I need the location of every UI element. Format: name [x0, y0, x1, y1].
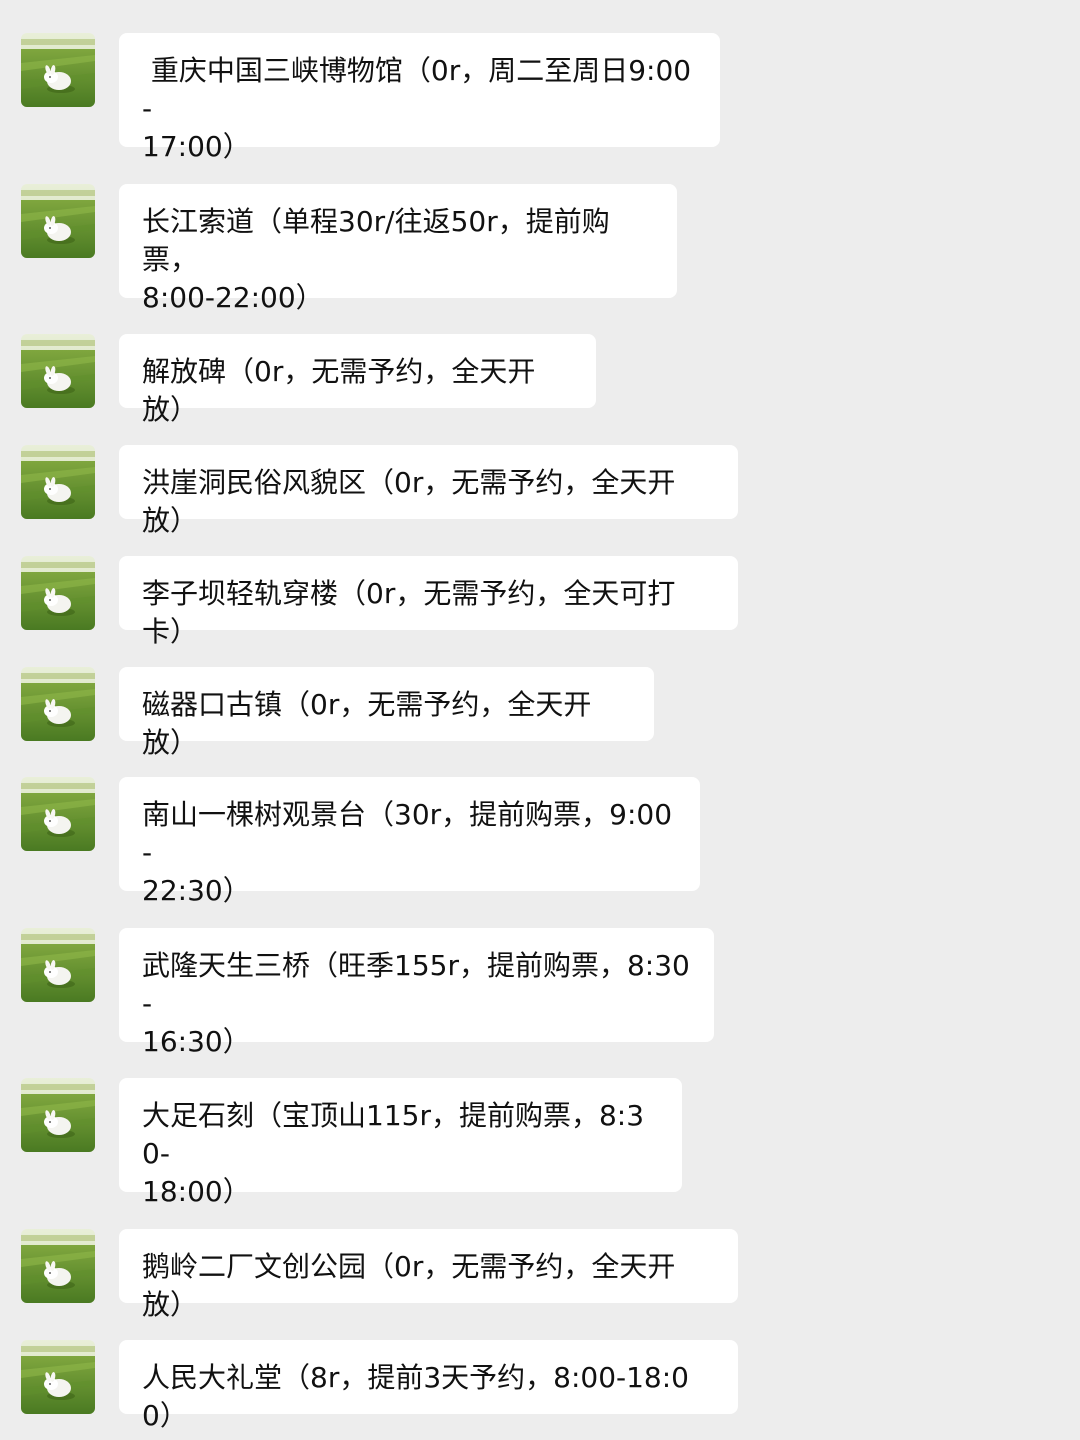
- avatar[interactable]: [21, 1229, 95, 1303]
- message-bubble[interactable]: 人民大礼堂（8r，提前3天予约，8:00-18:00）: [119, 1340, 738, 1432]
- rabbit-on-grass-icon: [21, 334, 95, 408]
- avatar[interactable]: [21, 445, 95, 519]
- avatar[interactable]: [21, 184, 95, 258]
- avatar[interactable]: [21, 928, 95, 1002]
- avatar[interactable]: [21, 667, 95, 741]
- rabbit-on-grass-icon: [21, 33, 95, 107]
- avatar[interactable]: [21, 334, 95, 408]
- avatar[interactable]: [21, 1340, 95, 1414]
- message-bubble[interactable]: 长江索道（单程30r/往返50r，提前购票， 8:00-22:00）: [119, 184, 677, 314]
- rabbit-on-grass-icon: [21, 556, 95, 630]
- avatar[interactable]: [21, 556, 95, 630]
- chat-message-list: 重庆中国三峡博物馆（0r，周二至周日9:00- 17:00） 长江索道（单程30…: [0, 0, 1080, 1440]
- rabbit-on-grass-icon: [21, 777, 95, 851]
- rabbit-on-grass-icon: [21, 1078, 95, 1152]
- message-bubble[interactable]: 大足石刻（宝顶山115r，提前购票，8:30- 18:00）: [119, 1078, 682, 1208]
- rabbit-on-grass-icon: [21, 1340, 95, 1414]
- message-bubble[interactable]: 磁器口古镇（0r，无需予约，全天开放）: [119, 667, 654, 759]
- rabbit-on-grass-icon: [21, 667, 95, 741]
- message-bubble[interactable]: 解放碑（0r，无需予约，全天开放）: [119, 334, 596, 426]
- message-bubble[interactable]: 李子坝轻轨穿楼（0r，无需予约，全天可打卡）: [119, 556, 738, 648]
- avatar[interactable]: [21, 777, 95, 851]
- message-bubble[interactable]: 鹅岭二厂文创公园（0r，无需予约，全天开放）: [119, 1229, 738, 1321]
- message-bubble[interactable]: 重庆中国三峡博物馆（0r，周二至周日9:00- 17:00）: [119, 33, 720, 163]
- rabbit-on-grass-icon: [21, 928, 95, 1002]
- rabbit-on-grass-icon: [21, 184, 95, 258]
- message-bubble[interactable]: 洪崖洞民俗风貌区（0r，无需予约，全天开放）: [119, 445, 738, 537]
- rabbit-on-grass-icon: [21, 445, 95, 519]
- message-bubble[interactable]: 南山一棵树观景台（30r，提前购票，9:00- 22:30）: [119, 777, 700, 907]
- avatar[interactable]: [21, 1078, 95, 1152]
- rabbit-on-grass-icon: [21, 1229, 95, 1303]
- avatar[interactable]: [21, 33, 95, 107]
- message-bubble[interactable]: 武隆天生三桥（旺季155r，提前购票，8:30- 16:30）: [119, 928, 714, 1058]
